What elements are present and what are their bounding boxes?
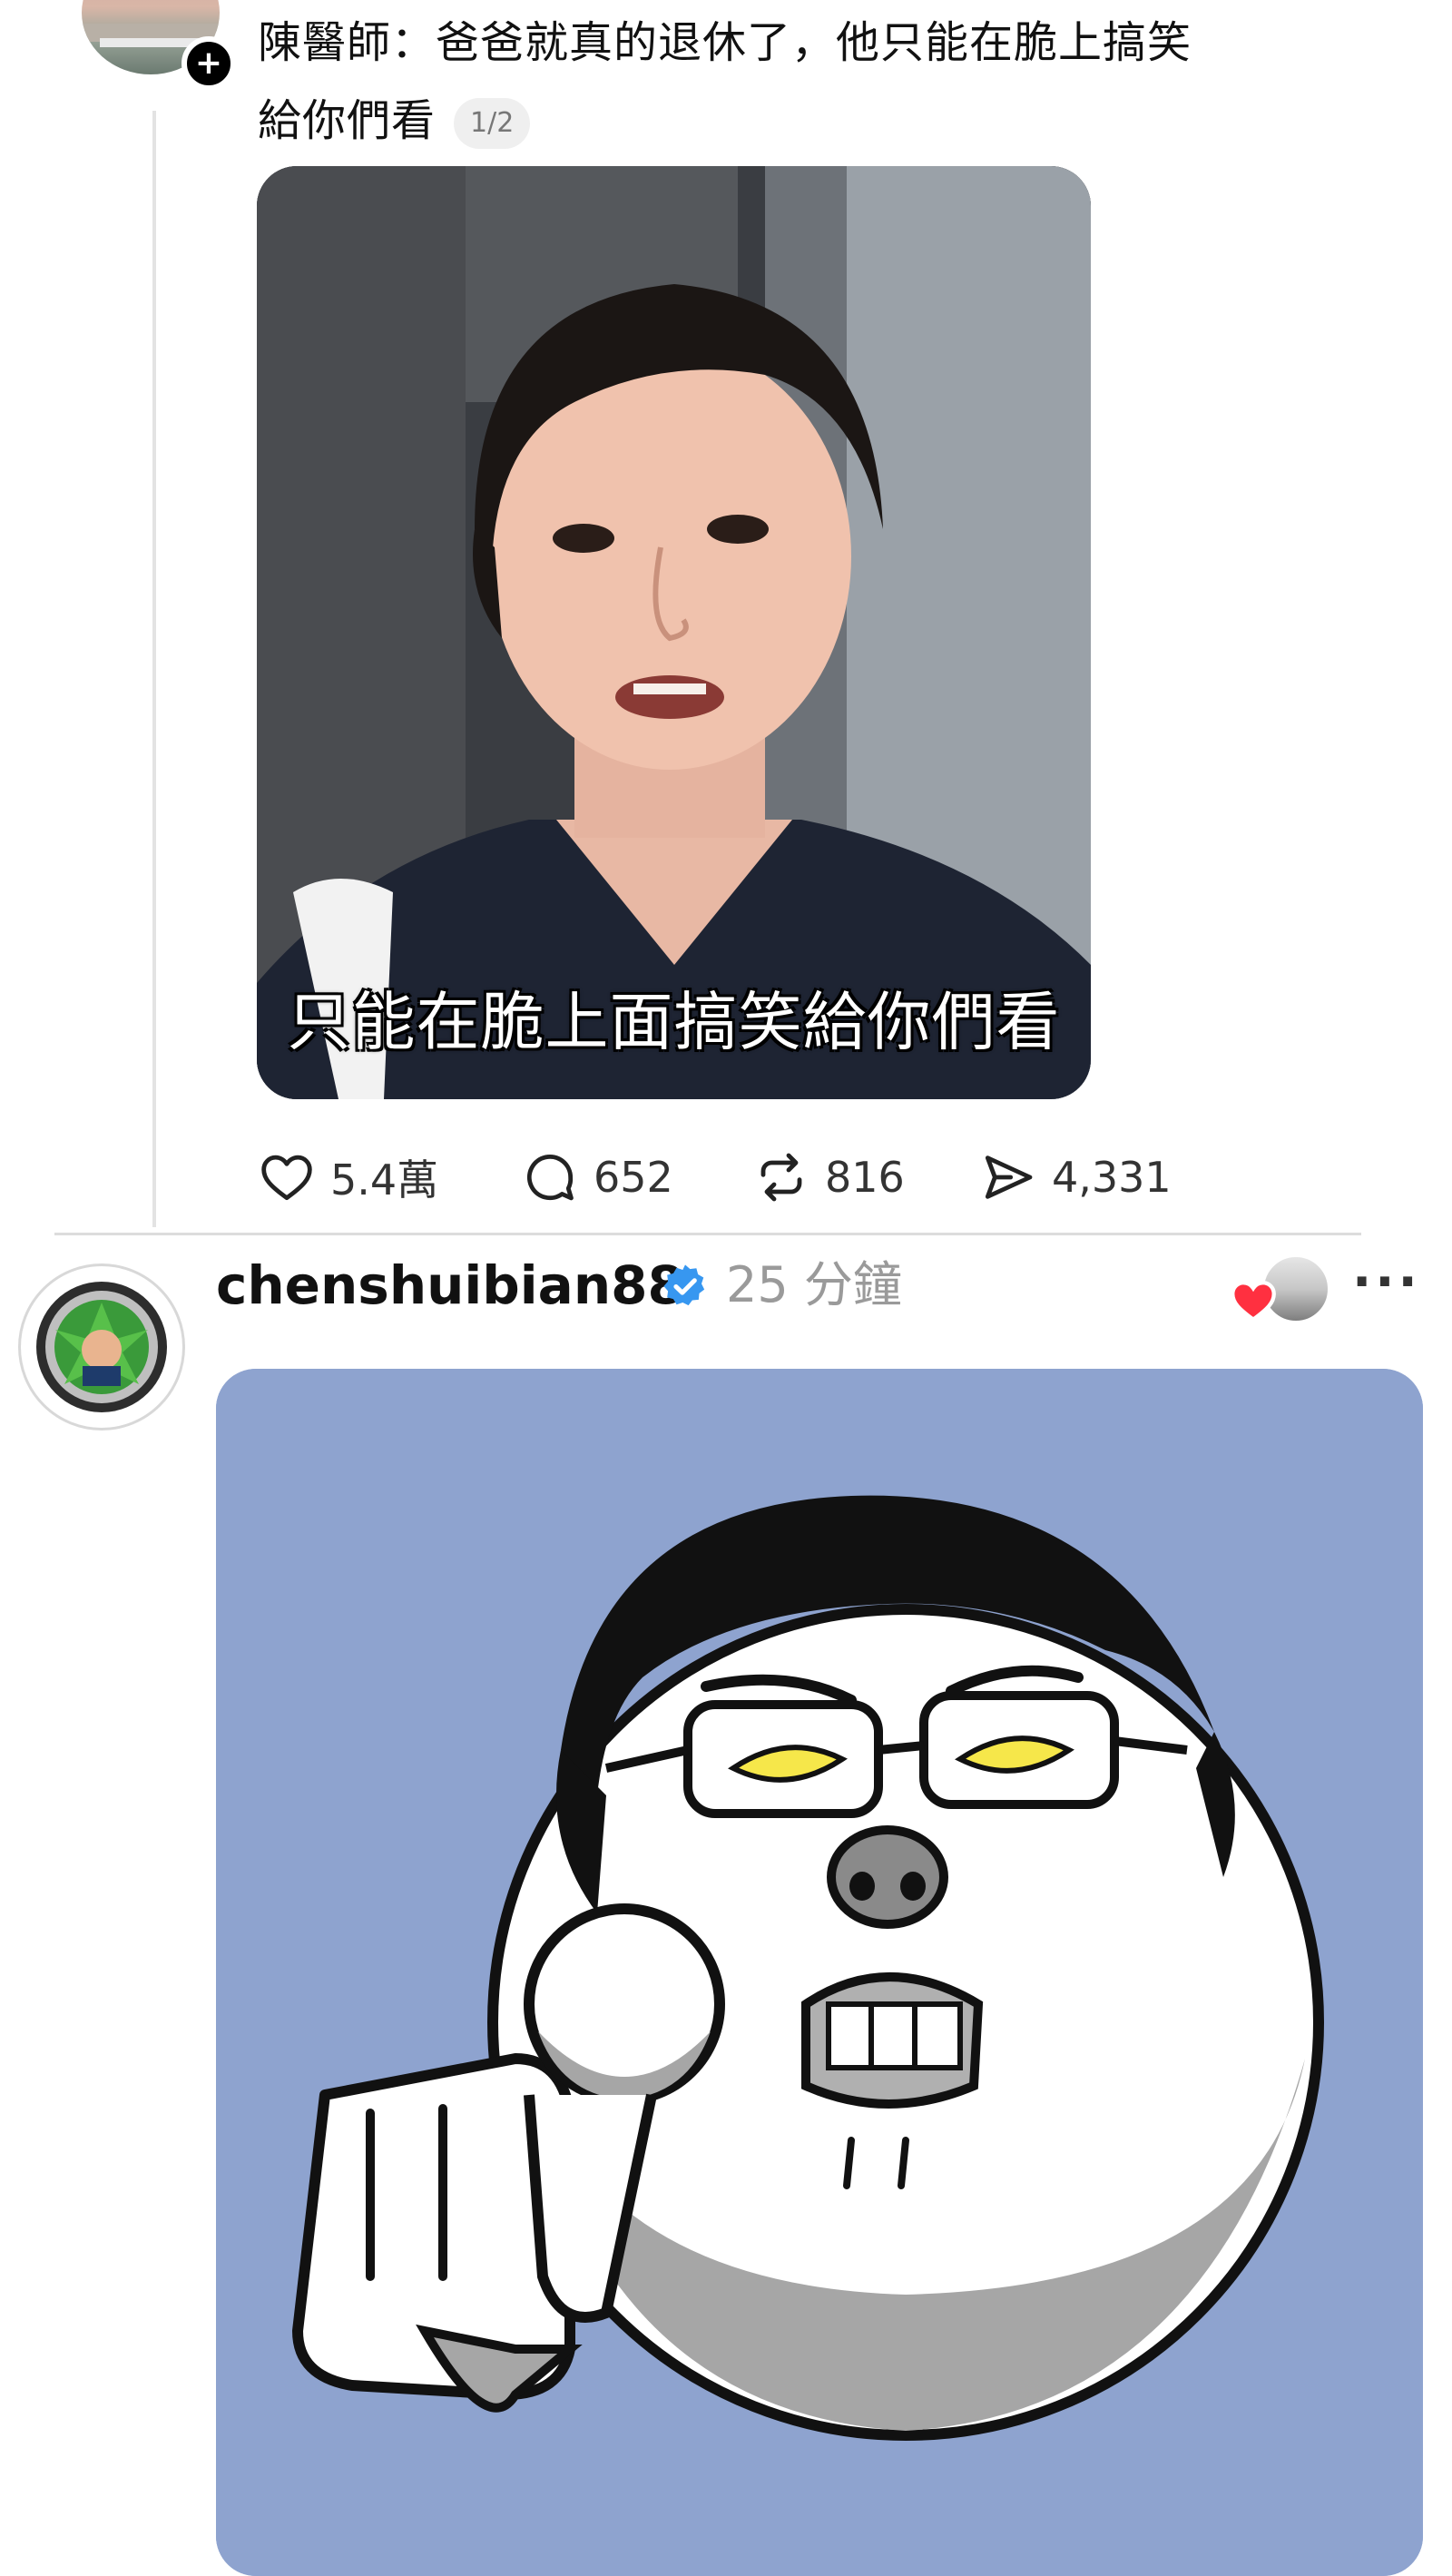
share-count: 4,331 [1052, 1153, 1172, 1202]
comment-button[interactable]: 652 [521, 1145, 673, 1209]
post-video[interactable]: 只能在脆上面搞笑給你們看 [257, 166, 1091, 1099]
post-actions: 5.4萬 652 816 4,331 [258, 1145, 1256, 1209]
share-button[interactable]: 4,331 [979, 1145, 1172, 1209]
post-text-line2: 給你們看 [258, 95, 437, 146]
share-icon [985, 1155, 1033, 1199]
comment-icon [526, 1155, 574, 1201]
repost-button[interactable]: 816 [752, 1145, 905, 1209]
post-text: 陳醫師：爸爸就真的退休了，他只能在脆上搞笑 給你們看 1/2 [258, 4, 1347, 160]
post-divider [54, 1233, 1361, 1235]
repost-icon [760, 1153, 802, 1202]
like-button[interactable]: 5.4萬 [258, 1145, 438, 1209]
video-caption: 只能在脆上面搞笑給你們看 [287, 985, 1061, 1059]
heart-icon [1231, 1280, 1276, 1322]
post-timestamp: 25 分鐘 [726, 1256, 902, 1313]
more-icon: ··· [1352, 1253, 1421, 1312]
plus-icon: + [194, 44, 223, 82]
like-count: 5.4萬 [330, 1155, 439, 1204]
more-button[interactable]: ··· [1352, 1253, 1421, 1312]
post-image-sticker[interactable] [216, 1369, 1423, 2576]
follow-plus-button[interactable]: + [182, 36, 236, 91]
username[interactable]: chenshuibian88 [216, 1249, 684, 1322]
heart-icon [261, 1155, 312, 1201]
verified-icon [663, 1264, 705, 1306]
post-text-line1: 陳醫師：爸爸就真的退休了，他只能在脆上搞笑 [258, 17, 1192, 68]
media-page-indicator: 1/2 [454, 98, 531, 149]
thread-line [152, 111, 156, 1227]
repost-count: 816 [825, 1153, 905, 1202]
comment-count: 652 [594, 1153, 673, 1202]
author-avatar-2[interactable] [18, 1263, 185, 1431]
